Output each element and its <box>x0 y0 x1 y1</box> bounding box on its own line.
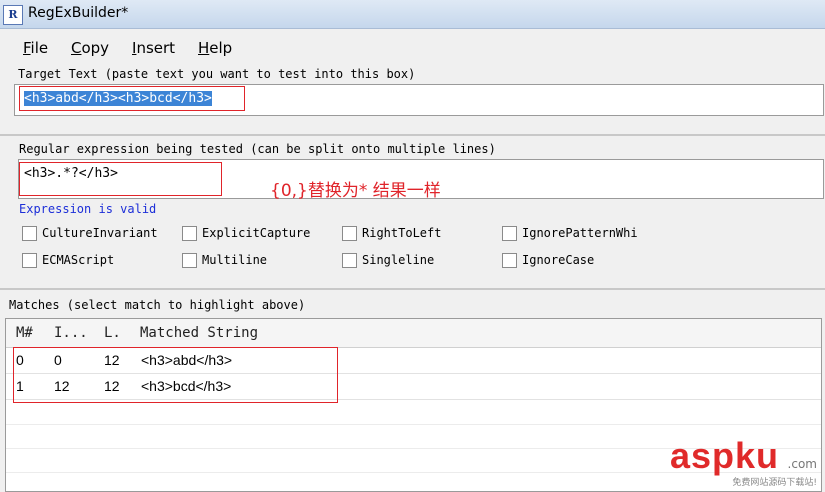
annotation-text: {0,}替换为* 结果一样 <box>270 181 441 201</box>
column-header-index[interactable]: I... <box>54 325 88 341</box>
empty-row <box>6 400 821 425</box>
option-label: IgnorePatternWhi <box>522 226 638 240</box>
option-label: Singleline <box>362 253 435 267</box>
matches-label: Matches (select match to highlight above… <box>9 298 306 312</box>
column-header-length[interactable]: L. <box>104 325 121 341</box>
title-bar: R RegExBuilder* <box>0 0 825 29</box>
splitter-1[interactable] <box>0 134 825 136</box>
expression-status: Expression is valid <box>19 202 157 216</box>
splitter-2[interactable] <box>0 288 825 290</box>
target-text-label: Target Text (paste text you want to test… <box>18 67 416 81</box>
column-header-match-number[interactable]: M# <box>16 325 33 341</box>
checkbox-explicit-capture[interactable] <box>182 226 197 241</box>
checkbox-ignore-pattern-whitespace[interactable] <box>502 226 517 241</box>
highlight-box-matches <box>13 347 338 403</box>
checkbox-ecmascript[interactable] <box>22 253 37 268</box>
option-label: CultureInvariant <box>42 226 158 240</box>
checkbox-ignore-case[interactable] <box>502 253 517 268</box>
option-label: RightToLeft <box>362 226 442 240</box>
watermark-logo: aspku .com 免费网站源码下载站! <box>647 435 817 488</box>
window-title: RegExBuilder* <box>28 5 129 21</box>
checkbox-singleline[interactable] <box>342 253 357 268</box>
regex-label: Regular expression being tested (can be … <box>19 142 496 156</box>
watermark-text: aspku <box>669 435 779 476</box>
highlight-box-regex <box>19 162 222 196</box>
column-header-matched-string[interactable]: Matched String <box>140 325 258 341</box>
menu-file[interactable]: File <box>23 39 48 57</box>
menu-copy[interactable]: Copy <box>71 39 109 57</box>
watermark-suffix: .com <box>787 457 817 471</box>
option-label: ECMAScript <box>42 253 115 267</box>
watermark-subtext: 免费网站源码下载站! <box>732 478 817 488</box>
option-label: IgnoreCase <box>522 253 595 267</box>
checkbox-culture-invariant[interactable] <box>22 226 37 241</box>
grid-header: M# I... L. Matched String <box>6 319 821 348</box>
option-label: ExplicitCapture <box>202 226 311 240</box>
option-label: Multiline <box>202 253 268 267</box>
checkbox-right-to-left[interactable] <box>342 226 357 241</box>
menu-help[interactable]: Help <box>198 39 232 57</box>
highlight-box-target <box>19 86 245 111</box>
app-icon: R <box>3 5 23 25</box>
menu-bar: File Copy Insert Help <box>0 34 825 60</box>
menu-insert[interactable]: Insert <box>132 39 175 57</box>
checkbox-multiline[interactable] <box>182 253 197 268</box>
